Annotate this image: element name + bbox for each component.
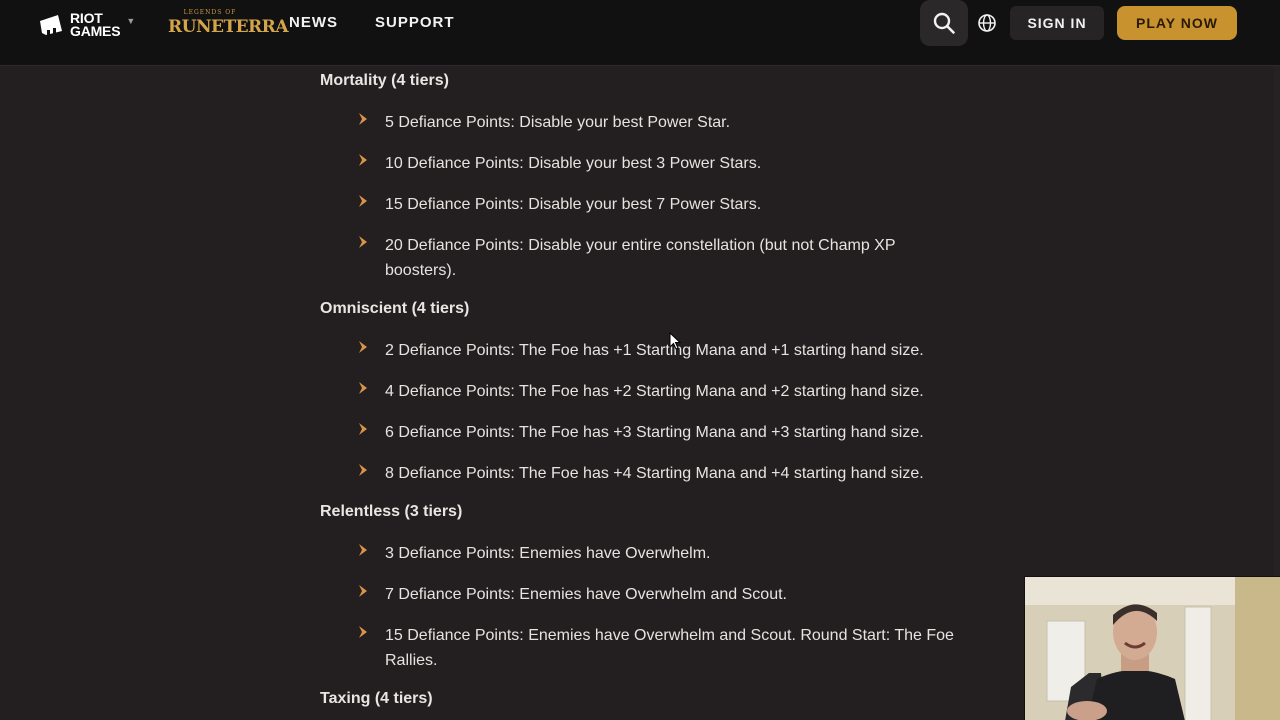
riot-games-logo[interactable]: RIOT GAMES ▼ [38,11,135,39]
language-button[interactable] [976,12,998,34]
list-item-text: 4 Defiance Points: The Foe has +2 Starti… [385,383,924,400]
list-item: 15 Defiance Points: Disable your best 7 … [357,193,957,218]
section-heading-relentless: Relentless (3 tiers) [320,503,463,520]
list-item: 3 Defiance Points: Enemies have Overwhel… [357,542,957,567]
riot-wordmark-line2: GAMES [70,23,121,39]
play-now-button[interactable]: PLAY NOW [1117,6,1237,40]
chevron-right-icon [357,583,385,608]
list-item: 6 Defiance Points: The Foe has +3 Starti… [357,421,957,446]
section-heading-mortality: Mortality (4 tiers) [320,72,449,89]
lor-logo-small-text: LEGENDS OF [183,9,237,16]
chevron-right-icon [357,111,385,136]
mouse-cursor-icon [669,332,681,350]
list-item: 4 Defiance Points: The Foe has +2 Starti… [357,380,957,405]
search-button[interactable] [920,0,968,46]
riot-games-wordmark: RIOT GAMES [70,11,121,39]
list-item: 10 Defiance Points: Disable your best 3 … [357,152,957,177]
lor-logo-big-text: RUNETERRA [168,17,289,37]
list-item: 2 Defiance Points: The Foe has +1 Starti… [357,339,957,364]
chevron-right-icon [357,462,385,487]
list-item-text: 15 Defiance Points: Enemies have Overwhe… [385,627,954,669]
chevron-right-icon [357,234,385,283]
list-item-text: 15 Defiance Points: Disable your best 7 … [385,196,762,213]
search-icon [933,12,955,34]
chevron-right-icon [357,339,385,364]
list-item-text: 3 Defiance Points: Enemies have Overwhel… [385,545,711,562]
chevron-right-icon [357,421,385,446]
list-item: 8 Defiance Points: The Foe has +4 Starti… [357,462,957,487]
sign-in-button[interactable]: SIGN IN [1010,6,1104,40]
chevron-right-icon [357,193,385,218]
list-item-text: 10 Defiance Points: Disable your best 3 … [385,155,762,172]
nav-link-news[interactable]: NEWS [289,14,338,31]
webcam-person-image [1025,577,1280,720]
chevron-right-icon [357,542,385,567]
list-item: 20 Defiance Points: Disable your entire … [357,234,957,283]
list-item-text: 7 Defiance Points: Enemies have Overwhel… [385,586,787,603]
legends-of-runeterra-logo[interactable]: LEGENDS OF RUNETERRA [168,9,289,39]
list-item: 5 Defiance Points: Disable your best Pow… [357,111,957,136]
list-item-text: 20 Defiance Points: Disable your entire … [385,237,896,279]
list-item-text: 5 Defiance Points: Disable your best Pow… [385,114,731,131]
section-heading-omniscient: Omniscient (4 tiers) [320,300,470,317]
chevron-right-icon [357,624,385,673]
chevron-right-icon [357,152,385,177]
list-item-text: 6 Defiance Points: The Foe has +3 Starti… [385,424,924,441]
list-item-text: 8 Defiance Points: The Foe has +4 Starti… [385,465,924,482]
list-item: 15 Defiance Points: Enemies have Overwhe… [357,624,957,673]
globe-icon [978,14,996,32]
riot-fist-icon [40,15,62,35]
webcam-overlay [1024,576,1280,720]
chevron-down-icon[interactable]: ▼ [126,16,135,26]
section-heading-taxing: Taxing (4 tiers) [320,690,433,707]
nav-link-support[interactable]: SUPPORT [375,14,455,31]
list-item: 7 Defiance Points: Enemies have Overwhel… [357,583,957,608]
chevron-right-icon [357,380,385,405]
top-navigation-bar: RIOT GAMES ▼ LEGENDS OF RUNETERRA NEWS S… [0,0,1280,66]
